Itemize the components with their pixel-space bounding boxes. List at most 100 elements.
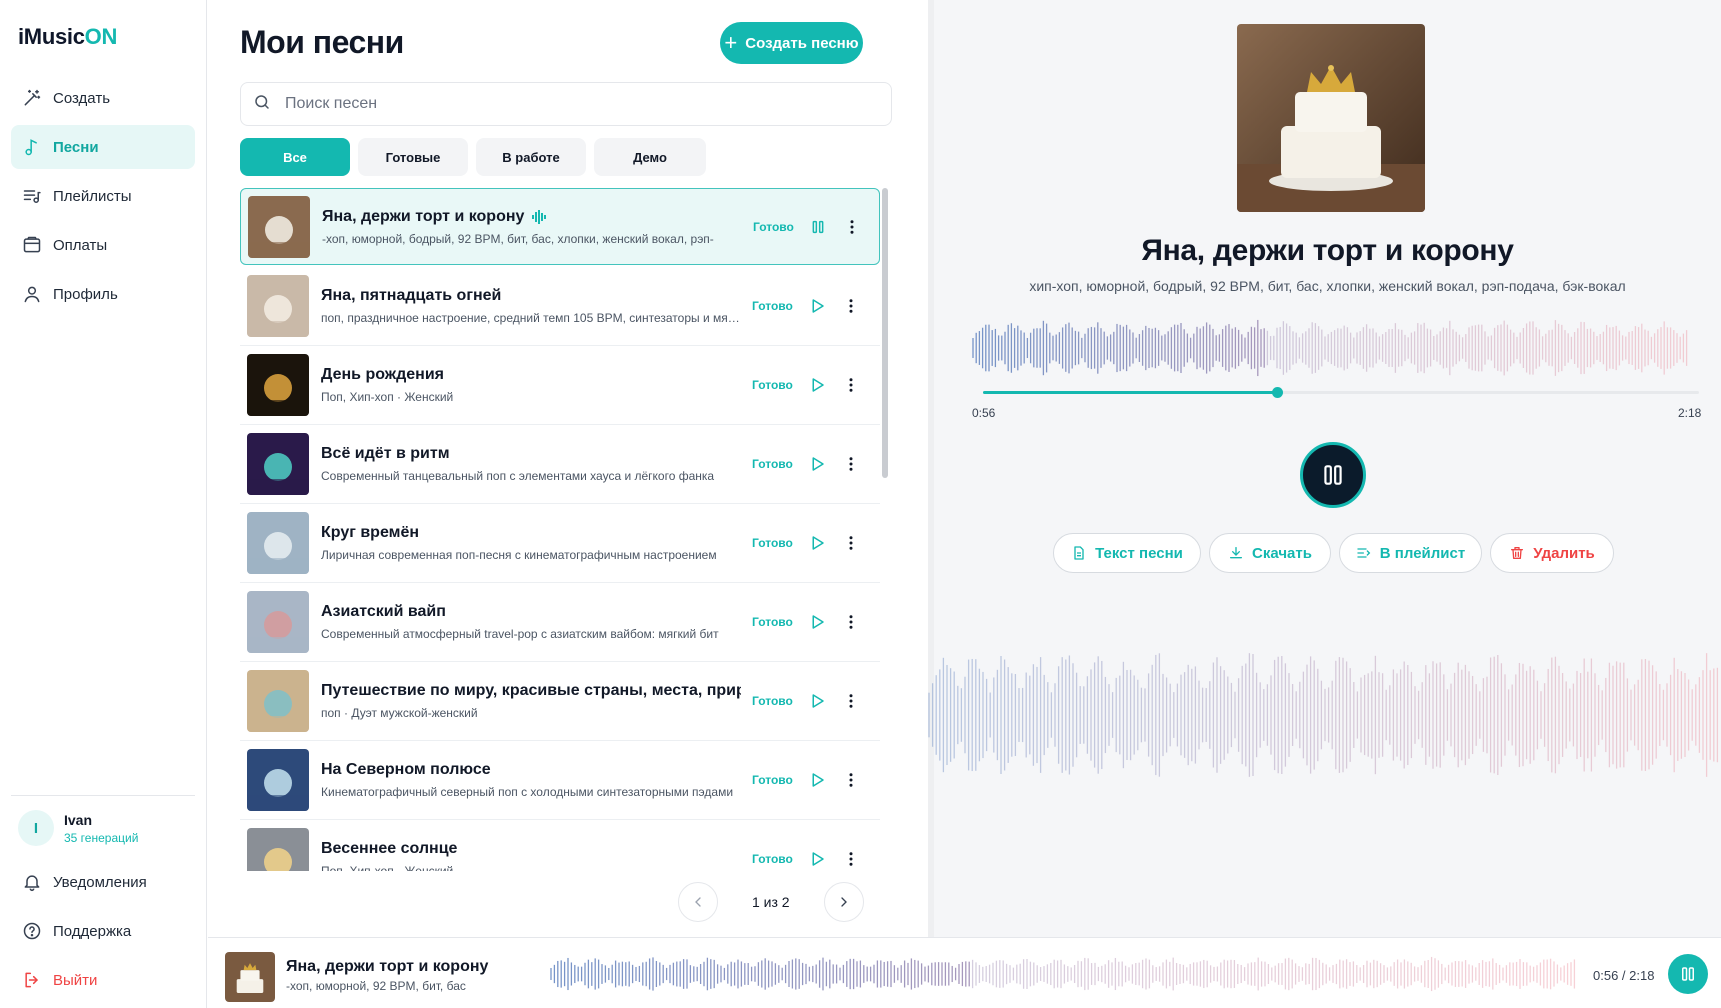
prev-page-button[interactable] [678,882,718,922]
pause-button[interactable] [1300,442,1366,508]
more-button[interactable] [840,453,862,475]
background-waveform [928,640,1721,795]
sidebar-item-label: Поддержка [53,922,132,940]
delete-label: Удалить [1533,544,1595,562]
song-title: Весеннее солнце [321,840,458,857]
user-card[interactable]: I Ivan 35 генераций [18,810,138,846]
help-icon [22,921,42,941]
status-badge: Готово [752,378,793,392]
song-row[interactable]: Яна, пятнадцать огней поп, праздничное н… [240,267,880,346]
sidebar-item-label: Уведомления [53,873,147,891]
more-button[interactable] [840,611,862,633]
row-play-button[interactable] [806,453,828,475]
download-button[interactable]: Скачать [1209,533,1331,573]
song-subtitle: Современный танцевальный поп с элементам… [321,469,715,483]
more-vertical-icon [849,378,853,392]
sidebar-item-support[interactable]: Поддержка [11,909,195,953]
sidebar-item-notifications[interactable]: Уведомления [11,860,195,904]
song-row[interactable]: День рождения Поп, Хип-хоп · Женский Гот… [240,346,880,425]
add-to-playlist-label: В плейлист [1379,544,1466,562]
search-input[interactable] [285,95,845,113]
cover-image [1237,24,1425,212]
row-play-button[interactable] [806,611,828,633]
row-play-button[interactable] [806,295,828,317]
song-list-scrollbar[interactable] [882,188,888,478]
song-row[interactable]: Яна, держи торт и корону -хоп, юморной, … [240,188,880,265]
waveform[interactable] [972,318,1690,383]
row-play-button[interactable] [806,769,828,791]
song-row[interactable]: Путешествие по миру, красивые страны, ме… [240,662,880,741]
document-icon [1071,545,1087,561]
create-song-button[interactable]: + Создать песню [720,22,863,64]
play-icon [812,457,824,471]
song-row[interactable]: Круг времён Лиричная современная поп-пес… [240,504,880,583]
play-icon [812,536,824,550]
next-page-button[interactable] [823,882,864,922]
play-icon [812,299,824,313]
sidebar-item-label: Создать [53,89,111,107]
add-to-playlist-icon [1356,545,1372,561]
song-subtitle: Современный атмосферный travel-pop с ази… [321,627,719,641]
status-badge: Готово [752,457,793,471]
current-time: 0:56 [972,406,996,420]
row-play-button[interactable] [806,690,828,712]
more-button[interactable] [840,295,862,317]
song-thumbnail [247,670,309,732]
pause-icon [1682,967,1694,981]
sidebar-item-logout[interactable]: Выйти [11,958,195,1002]
row-play-button[interactable] [806,848,828,870]
status-badge: Готово [753,219,794,234]
song-row[interactable]: Азиатский вайп Современный атмосферный t… [240,583,880,662]
sidebar-item-payments[interactable]: Оплаты [11,223,195,267]
song-row[interactable]: Весеннее солнце Поп, Хип-хоп · Женский Г… [240,820,880,871]
now-playing-tags: хип-хоп, юморной, бодрый, 92 BPM, бит, б… [1029,278,1626,294]
add-to-playlist-button[interactable]: В плейлист [1339,533,1482,573]
player-waveform[interactable] [550,956,1580,997]
song-subtitle: поп · Дуэт мужской-женский [321,706,478,720]
pause-icon [1324,465,1342,485]
delete-button[interactable]: Удалить [1490,533,1614,573]
app-logo[interactable]: iMusicON [18,24,117,50]
filter-in-progress[interactable]: В работе [476,138,586,176]
player-pause-button[interactable] [1668,954,1708,994]
more-button[interactable] [840,532,862,554]
row-play-button[interactable] [806,374,828,396]
play-icon [812,378,824,392]
sidebar-item-profile[interactable]: Профиль [11,272,195,316]
sidebar-item-songs[interactable]: Песни [11,125,195,169]
play-icon [812,773,824,787]
song-thumbnail [247,749,309,811]
sidebar-item-create[interactable]: Создать [11,76,195,120]
song-row[interactable]: Всё идёт в ритм Современный танцевальный… [240,425,880,504]
lyrics-button[interactable]: Текст песни [1053,533,1201,573]
more-button[interactable] [840,769,862,791]
search-icon [253,93,271,116]
status-badge: Готово [752,694,793,708]
now-playing-panel: Яна, держи торт и корону хип-хоп, юморно… [928,0,1721,937]
download-label: Скачать [1252,544,1312,562]
more-button[interactable] [840,848,862,870]
sidebar-item-playlists[interactable]: Плейлисты [11,174,195,218]
song-title: Всё идёт в ритм [321,445,450,462]
filter-all[interactable]: Все [240,138,350,176]
bottom-player: Яна, держи торт и корону -хоп, юморной, … [208,937,1721,1008]
progress-bar[interactable] [983,387,1699,398]
page-indicator: 1 из 2 [752,894,790,910]
filter-ready[interactable]: Готовые [358,138,468,176]
progress-knob[interactable] [1271,387,1283,398]
more-vertical-icon [849,615,853,629]
filter-demo[interactable]: Демо [594,138,706,176]
search-box [240,82,892,126]
song-title: На Северном полюсе [321,761,491,778]
sidebar-divider [11,795,195,796]
filter-tabs: Все Готовые В работе Демо [240,138,714,176]
more-button[interactable] [840,690,862,712]
status-badge: Готово [752,299,793,313]
more-button[interactable] [840,374,862,396]
more-button[interactable] [841,216,863,238]
bell-icon [22,872,42,892]
song-row[interactable]: На Северном полюсе Кинематографичный сев… [240,741,880,820]
magic-wand-icon [22,88,42,108]
row-pause-button[interactable] [807,216,829,238]
row-play-button[interactable] [806,532,828,554]
